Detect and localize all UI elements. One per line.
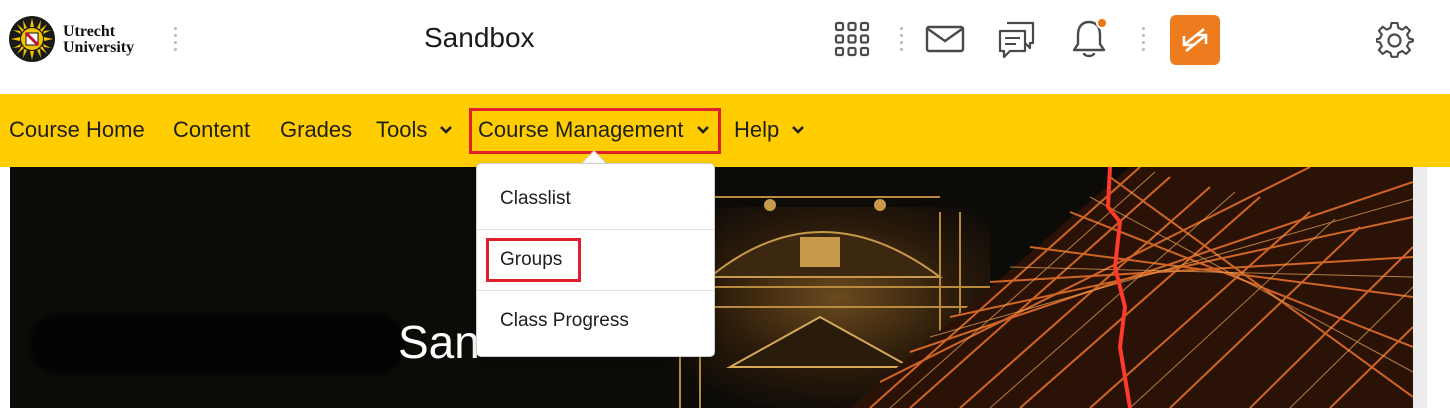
chat-icon[interactable] xyxy=(996,17,1038,61)
nav-content[interactable]: Content xyxy=(173,116,250,144)
chevron-down-icon xyxy=(440,126,453,135)
menu-item-class-progress[interactable]: Class Progress xyxy=(477,292,714,352)
nav-course-home[interactable]: Course Home xyxy=(9,116,145,144)
nav-help[interactable]: Help xyxy=(734,116,805,144)
divider-dots xyxy=(174,27,178,55)
nav-tools-label: Tools xyxy=(376,117,428,142)
page-side-rail xyxy=(1413,167,1427,408)
utrecht-university-logo[interactable]: Utrecht University xyxy=(8,15,158,63)
notification-dot xyxy=(1096,17,1108,29)
top-header: Utrecht University Sandbox xyxy=(0,0,1450,94)
redacted-area xyxy=(30,314,405,374)
course-navbar: Course Home Content Grades Tools Course … xyxy=(0,94,1450,167)
role-switch-button[interactable] xyxy=(1170,15,1220,65)
menu-item-classlist[interactable]: Classlist xyxy=(477,170,714,230)
university-seal-icon xyxy=(9,16,55,62)
nav-tools[interactable]: Tools xyxy=(376,116,453,144)
banner-course-title: San xyxy=(398,316,480,368)
divider-dots xyxy=(900,27,904,55)
nav-help-label: Help xyxy=(734,117,780,142)
mail-icon[interactable] xyxy=(924,20,966,58)
highlight-box-groups xyxy=(486,238,581,282)
logo-line-2: University xyxy=(63,39,135,56)
divider-dots xyxy=(1142,27,1146,55)
nav-grades[interactable]: Grades xyxy=(280,116,352,144)
logo-line-1: Utrecht xyxy=(63,23,116,40)
apps-grid-icon[interactable] xyxy=(832,19,872,59)
chevron-down-icon xyxy=(792,126,805,135)
menu-item-label: Class Progress xyxy=(500,310,629,331)
menu-item-label: Classlist xyxy=(500,188,571,209)
highlight-box-course-management xyxy=(469,108,721,154)
course-title[interactable]: Sandbox xyxy=(424,22,535,54)
role-switch-icon xyxy=(1182,27,1208,53)
gear-icon[interactable] xyxy=(1374,20,1416,62)
